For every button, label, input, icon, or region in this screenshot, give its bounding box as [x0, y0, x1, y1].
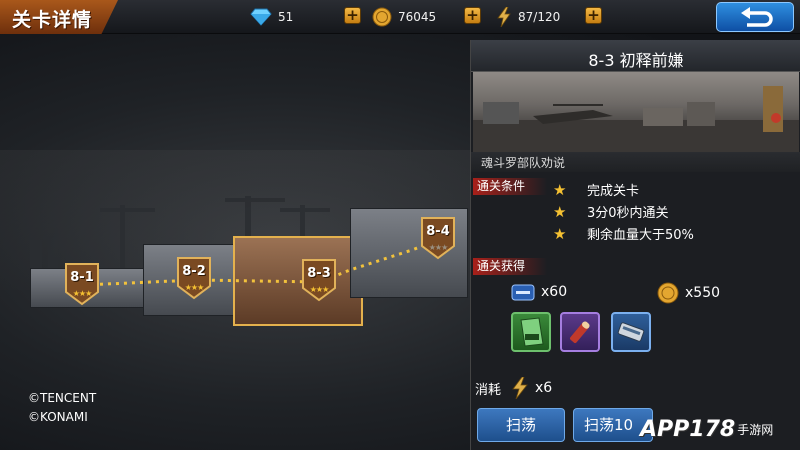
stage-subtitle: 魂斗罗部队劝说 [481, 156, 566, 170]
stage-detail-panel: 8-3 初释前嫌 魂斗罗部队劝说 通关条件 ★ 完成关卡 ★ 3分0秒内通关 ★… [470, 40, 800, 450]
exp-reward: x60 [511, 282, 567, 302]
watermark-sub: 手游网 [737, 422, 774, 437]
add-stamina-button[interactable]: + [585, 7, 602, 24]
condition-text: 完成关卡 [587, 184, 640, 199]
exp-reward-amount: x60 [541, 284, 568, 300]
exp-card-icon [520, 317, 544, 347]
stage-stars-locked: ★★★ [428, 243, 449, 252]
rewards-tag: 通关获得 [473, 258, 548, 275]
lightning-icon [512, 377, 528, 399]
stamina-count: 87/120 [518, 10, 561, 24]
panel-header: 8-3 初释前嫌 [471, 40, 800, 72]
stage-preview-image [473, 72, 799, 152]
star-icon: ★ [553, 202, 567, 221]
cost-label: 消耗 [475, 382, 502, 398]
stage-node-8-3[interactable]: 8-3 ★★★ [301, 258, 337, 302]
sweep-button[interactable]: 扫荡 [477, 408, 565, 442]
cost-value: x6 [535, 380, 553, 396]
stamina-counter: 87/120 [496, 7, 560, 27]
reward-item-exp-card[interactable] [511, 312, 551, 352]
copyright-konami: ©KONAMI [28, 410, 88, 424]
stage-stars: ★★★ [72, 289, 93, 298]
stage-label: 8-3 [307, 266, 331, 281]
lightning-icon [497, 7, 511, 27]
site-watermark: APP178 手游网 [640, 412, 773, 446]
stage-preview-scene [473, 86, 799, 152]
sweep-cost: 消耗 x6 [475, 377, 552, 399]
copyright-tencent: ©TENCENT [28, 391, 97, 405]
bullet-icon [570, 321, 590, 343]
return-arrow-icon [741, 7, 773, 27]
gold-reward: x550 [657, 282, 720, 304]
condition-row: ★ 剩余血量大于50% [553, 224, 694, 244]
star-icon: ★ [553, 224, 567, 243]
stage-stars: ★★★ [309, 285, 330, 294]
stage-node-8-1[interactable]: 8-1 ★★★ [64, 262, 100, 306]
boss-line: 魂斗罗部队劝说 [471, 152, 800, 172]
gold-coin-icon [657, 282, 679, 304]
stage-node-8-4[interactable]: 8-4 ★★★ [420, 216, 456, 260]
watermark-main: APP178 [640, 416, 736, 442]
stage-title: 8-3 初释前嫌 [588, 51, 684, 70]
condition-row: ★ 3分0秒内通关 [553, 202, 669, 222]
stage-path-line [83, 238, 439, 287]
back-button[interactable] [716, 2, 794, 32]
stage-label: 8-1 [70, 270, 94, 285]
condition-text: 3分0秒内通关 [587, 206, 669, 221]
gold-reward-amount: x550 [685, 285, 721, 301]
reward-item-magazine[interactable] [611, 312, 651, 352]
stage-label: 8-4 [426, 224, 450, 239]
stage-label: 8-2 [182, 264, 206, 279]
condition-text: 剩余血量大于50% [587, 228, 694, 243]
exp-icon [511, 284, 535, 301]
star-icon: ★ [553, 180, 567, 199]
stage-node-8-2[interactable]: 8-2 ★★★ [176, 256, 212, 300]
magazine-icon [617, 322, 645, 342]
stage-stars: ★★★ [184, 283, 205, 292]
reward-item-ammo[interactable] [560, 312, 600, 352]
condition-row: ★ 完成关卡 [553, 180, 640, 200]
conditions-tag: 通关条件 [473, 178, 548, 195]
